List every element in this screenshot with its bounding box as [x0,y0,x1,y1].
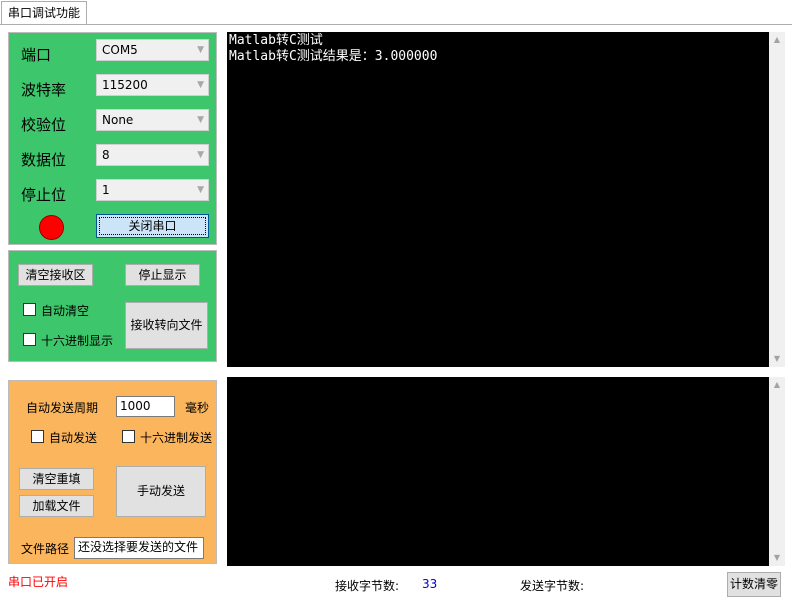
send-period-label: 自动发送周期 [26,401,99,415]
databits-select[interactable]: 8 ▼ [96,144,209,166]
stopbits-select[interactable]: 1 ▼ [96,179,209,201]
port-status-text: 串口已开启 [8,575,69,589]
auto-send-checkbox[interactable] [31,430,44,443]
hex-display-checkbox[interactable] [23,333,36,346]
file-path-label: 文件路径 [21,542,70,556]
close-port-button[interactable]: 关闭串口 [96,214,209,238]
scroll-up-icon[interactable]: ▲ [769,377,785,393]
port-label: 端口 [21,46,52,64]
clear-resend-button[interactable]: 清空重填 [19,468,94,490]
send-period-input[interactable]: 1000 [116,396,175,417]
scroll-up-icon[interactable]: ▲ [769,32,785,48]
receive-output-area[interactable]: Matlab转C测试 Matlab转C测试结果是：3.000000 [227,32,769,367]
auto-clear-checkbox[interactable] [23,303,36,316]
port-value: COM5 [102,43,138,57]
send-input-area[interactable] [227,377,769,566]
hex-send-label: 十六进制发送 [140,431,213,445]
tab-serial-debug[interactable]: 串口调试功能 [1,1,87,25]
clear-receive-button[interactable]: 清空接收区 [18,264,93,286]
stop-display-button[interactable]: 停止显示 [125,264,200,286]
hex-send-checkbox[interactable] [122,430,135,443]
file-path-input[interactable]: 还没选择要发送的文件 [74,537,204,559]
manual-send-button[interactable]: 手动发送 [116,466,206,517]
output-line: Matlab转C测试结果是：3.000000 [229,49,438,64]
port-status-indicator [39,215,64,240]
stopbits-value: 1 [102,183,110,197]
port-select[interactable]: COM5 ▼ [96,39,209,61]
output-line: Matlab转C测试 [229,33,323,48]
stopbits-label: 停止位 [21,186,67,204]
rx-count-value: 33 [422,577,438,591]
chevron-down-icon: ▼ [197,45,204,55]
hex-display-label: 十六进制显示 [41,334,114,348]
reset-count-button[interactable]: 计数清零 [727,572,781,597]
databits-value: 8 [102,148,110,162]
baud-value: 115200 [102,78,148,92]
redirect-to-file-button[interactable]: 接收转向文件 [125,302,208,349]
rx-count-label: 接收字节数: [335,579,400,593]
chevron-down-icon: ▼ [197,115,204,125]
baud-label: 波特率 [21,81,67,99]
parity-value: None [102,113,134,127]
auto-send-label: 自动发送 [49,431,98,445]
send-scrollbar[interactable]: ▲ ▼ [769,377,785,566]
parity-label: 校验位 [21,116,67,134]
period-unit-label: 毫秒 [185,401,210,415]
scroll-down-icon[interactable]: ▼ [769,351,785,367]
tx-count-label: 发送字节数: [520,579,585,593]
auto-clear-label: 自动清空 [41,304,90,318]
databits-label: 数据位 [21,151,67,169]
scroll-down-icon[interactable]: ▼ [769,550,785,566]
chevron-down-icon: ▼ [197,150,204,160]
receive-control-panel: 清空接收区 停止显示 自动清空 十六进制显示 接收转向文件 [8,250,217,362]
load-file-button[interactable]: 加载文件 [19,495,94,517]
receive-scrollbar[interactable]: ▲ ▼ [769,32,785,367]
serial-settings-panel: 端口 COM5 ▼ 波特率 115200 ▼ 校验位 None ▼ 数据位 8 … [8,32,217,245]
send-control-panel: 自动发送周期 1000 毫秒 自动发送 十六进制发送 清空重填 加载文件 手动发… [8,380,217,564]
chevron-down-icon: ▼ [197,80,204,90]
tab-divider [0,24,792,25]
parity-select[interactable]: None ▼ [96,109,209,131]
baud-select[interactable]: 115200 ▼ [96,74,209,96]
chevron-down-icon: ▼ [197,185,204,195]
